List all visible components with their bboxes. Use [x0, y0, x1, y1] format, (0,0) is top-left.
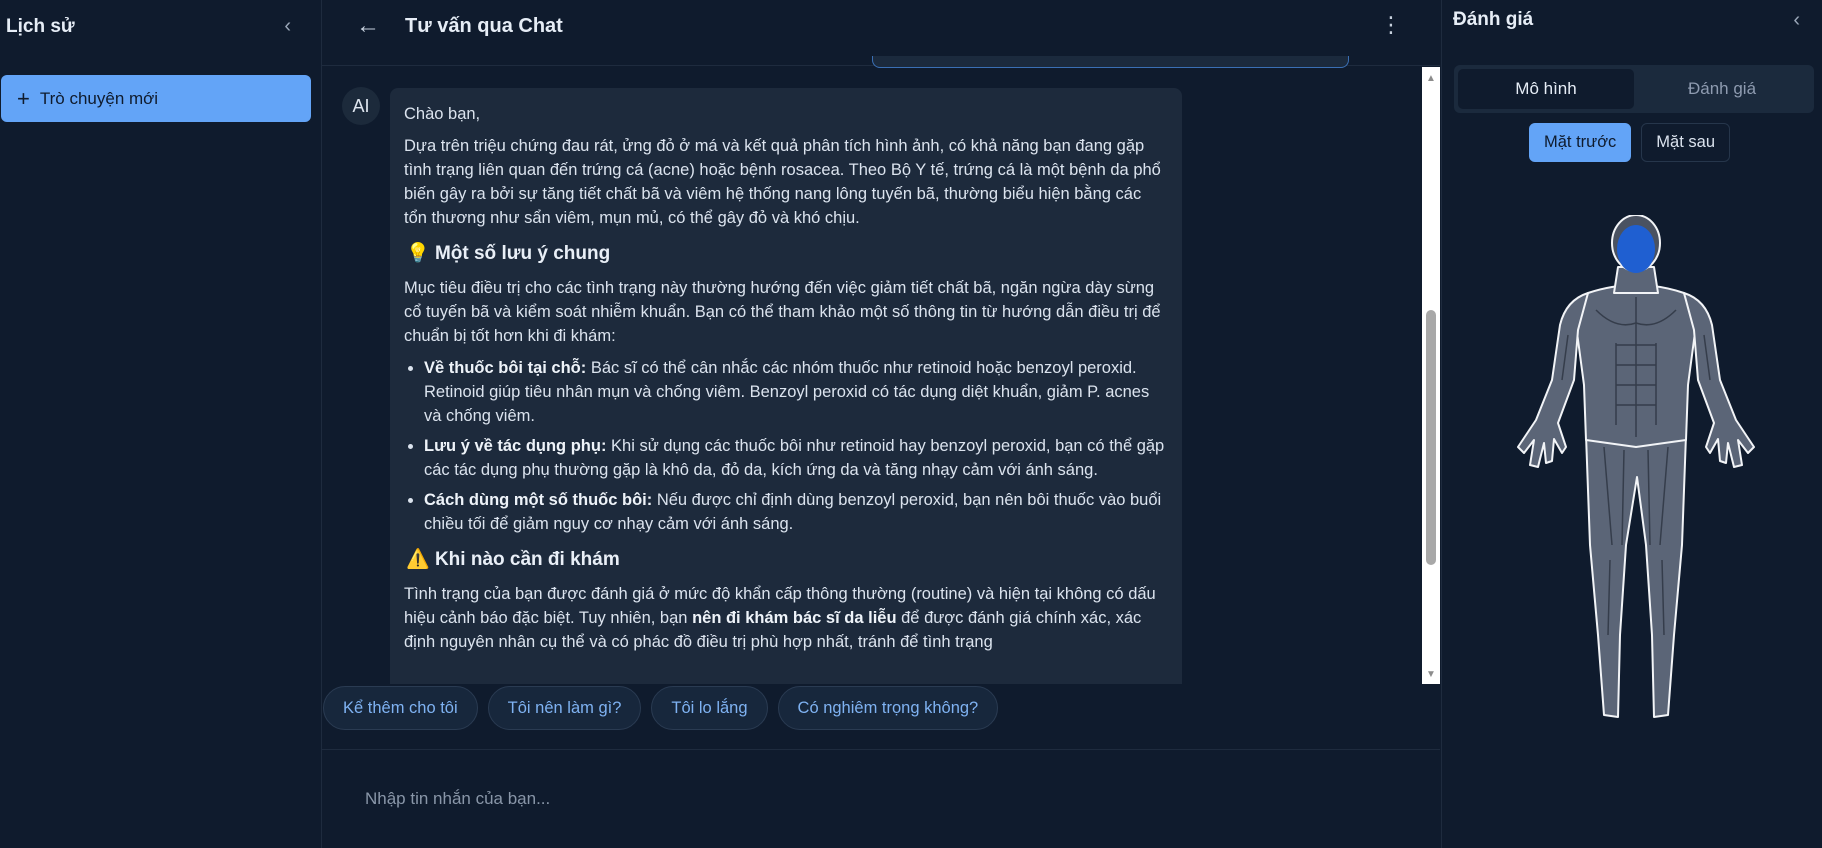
lightbulb-icon: 💡	[406, 243, 430, 264]
chat-title: Tư vấn qua Chat	[405, 15, 563, 37]
sidebar-title: Lịch sử	[6, 15, 75, 37]
panel-title: Đánh giá	[1453, 9, 1534, 30]
view-toggle: Mặt trước Mặt sau	[1529, 123, 1730, 162]
warning-icon: ⚠️	[406, 549, 430, 570]
tab-model[interactable]: Mô hình	[1458, 69, 1634, 109]
composer	[322, 749, 1440, 848]
list-item-bold: Về thuốc bôi tại chỗ:	[424, 359, 587, 377]
list-item: Cách dùng một số thuốc bôi: Nếu được chỉ…	[424, 488, 1168, 536]
more-vertical-icon[interactable]: ⋮	[1380, 14, 1402, 36]
message-intro: Dựa trên triệu chứng đau rát, ửng đỏ ở m…	[404, 137, 1161, 227]
section-text: Mục tiêu điều trị cho các tình trạng này…	[404, 279, 1161, 345]
suggestion-chip[interactable]: Có nghiêm trọng không?	[777, 686, 999, 730]
scrollbar[interactable]: ▲ ▼	[1422, 67, 1440, 684]
face-highlight[interactable]	[1617, 225, 1655, 273]
back-view-button[interactable]: Mặt sau	[1641, 123, 1730, 162]
message-input[interactable]	[345, 770, 1415, 828]
tab-assessment[interactable]: Đánh giá	[1634, 69, 1810, 109]
section-heading: 💡 Một số lưu ý chung	[406, 242, 1168, 266]
body-model-front[interactable]	[1506, 215, 1766, 725]
new-chat-label: Trò chuyện mới	[39, 88, 159, 108]
history-sidebar: Lịch sử ‹ + Trò chuyện mới	[0, 0, 322, 848]
chevron-left-icon[interactable]: ‹	[284, 15, 291, 38]
list-item-bold: Cách dùng một số thuốc bôi:	[424, 491, 653, 509]
section-title: Một số lưu ý chung	[434, 243, 611, 264]
list-item: Về thuốc bôi tại chỗ: Bác sĩ có thể cân …	[424, 356, 1168, 428]
ai-message-bubble: Chào bạn, Dựa trên triệu chứng đau rát, …	[390, 88, 1182, 684]
scrollbar-thumb[interactable]	[1426, 310, 1436, 565]
section-text: Tình trạng của bạn được đánh giá ở mức đ…	[404, 582, 1168, 654]
advice-list: Về thuốc bôi tại chỗ: Bác sĩ có thể cân …	[424, 356, 1168, 536]
sidebar-header: Lịch sử ‹	[0, 0, 321, 53]
list-item: Lưu ý về tác dụng phụ: Khi sử dụng các t…	[424, 434, 1168, 482]
section-title: Khi nào cần đi khám	[434, 549, 620, 570]
chevron-left-icon[interactable]: ‹	[1793, 9, 1800, 32]
text-bold: nên đi khám bác sĩ da liễu	[692, 609, 897, 627]
scroll-down-icon[interactable]: ▼	[1426, 669, 1436, 680]
list-item-bold: Lưu ý về tác dụng phụ:	[424, 437, 607, 455]
section-heading: ⚠️ Khi nào cần đi khám	[406, 548, 1168, 572]
message-greeting: Chào bạn,	[404, 105, 481, 123]
suggestion-chip[interactable]: Tôi nên làm gì?	[487, 686, 642, 730]
arrow-left-icon[interactable]: ←	[356, 12, 380, 40]
suggestion-chip[interactable]: Tôi lo lắng	[651, 686, 768, 730]
suggestion-chip[interactable]: Kể thêm cho tôi	[323, 686, 478, 730]
front-view-button[interactable]: Mặt trước	[1529, 123, 1632, 162]
suggestion-chips: Kể thêm cho tôi Tôi nên làm gì? Tôi lo l…	[323, 686, 999, 730]
ai-avatar: AI	[342, 87, 380, 125]
assessment-panel: Đánh giá ‹ Mô hình Đánh giá Mặt trước Mặ…	[1441, 0, 1822, 848]
scroll-up-icon[interactable]: ▲	[1426, 73, 1436, 84]
message-list[interactable]: AI Chào bạn, Dựa trên triệu chứng đau rá…	[322, 67, 1440, 684]
app-window: Lịch sử ‹ + Trò chuyện mới ← Tư vấn qua …	[0, 0, 1822, 848]
new-chat-button[interactable]: + Trò chuyện mới	[1, 75, 311, 122]
panel-tabs: Mô hình Đánh giá	[1454, 65, 1814, 113]
chat-panel: ← Tư vấn qua Chat ⋮ AI Chào bạn, Dựa trê…	[322, 0, 1440, 848]
plus-icon: +	[17, 85, 30, 111]
